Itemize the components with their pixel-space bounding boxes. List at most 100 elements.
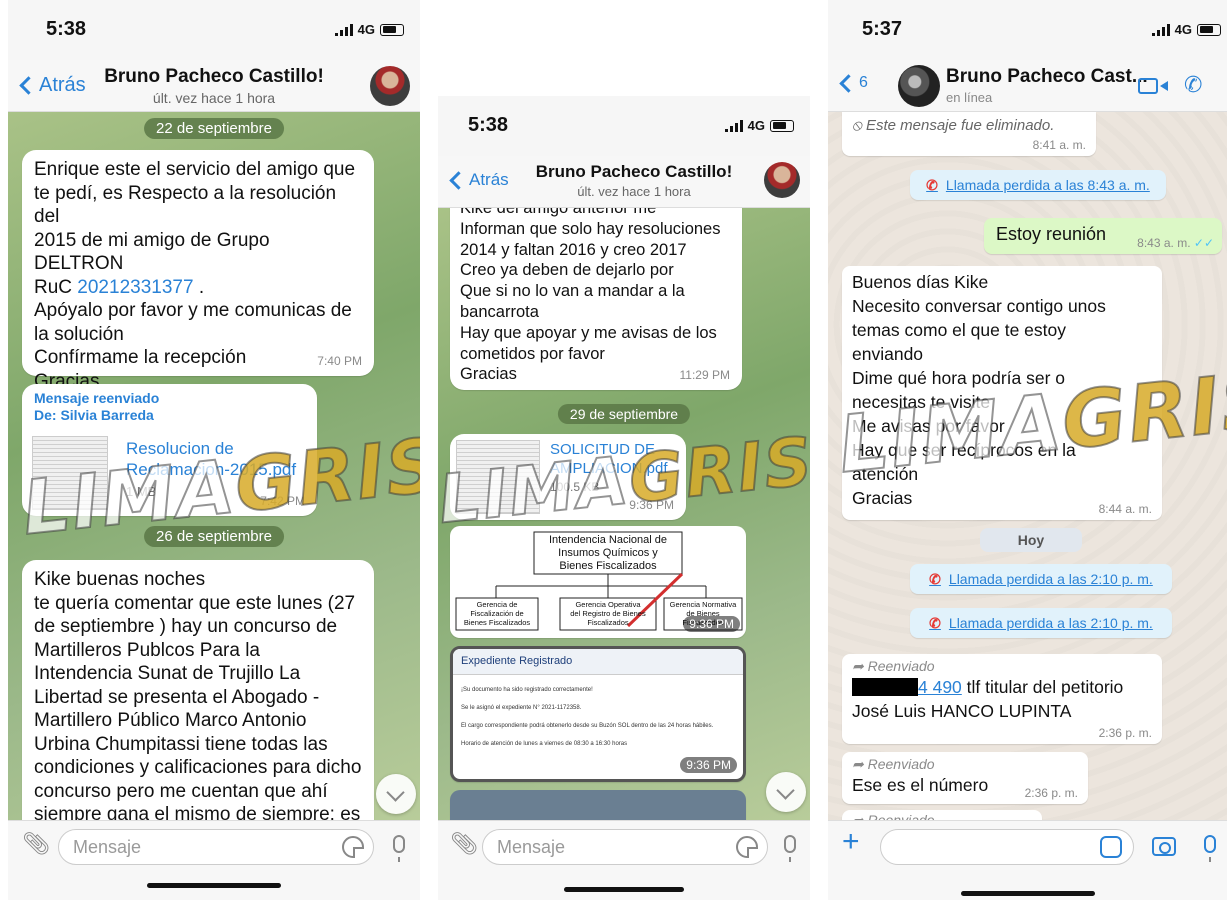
attach-icon[interactable]: 📎︎ (22, 831, 50, 857)
pdf-thumbnail[interactable] (456, 440, 540, 514)
message-bubble[interactable]: Kike buenas noches te quería comentar qu… (22, 560, 374, 820)
file-name[interactable]: Resolucion de Reclamacion-2015.pdf (126, 438, 296, 480)
date-separator: 29 de septiembre (557, 404, 691, 424)
avatar[interactable] (764, 162, 800, 198)
message-time: 8:44 a. m. (1098, 502, 1152, 516)
sticker-icon[interactable] (1100, 836, 1122, 858)
video-call-icon[interactable] (1138, 78, 1168, 94)
avatar[interactable] (370, 66, 410, 106)
chat-header: 6 Bruno Pacheco Cast... en línea ✆ (828, 60, 1227, 112)
message-time: 9:36 PM (683, 616, 740, 632)
missed-call-text: Llamada perdida a las 2:10 p. m. (948, 571, 1153, 587)
chat-header: Atrás Bruno Pacheco Castillo! últ. vez h… (8, 60, 420, 112)
status-bar: 5:37 4G (828, 0, 1227, 60)
scroll-down-button[interactable] (376, 774, 416, 814)
message-time: 2:36 p. m. (1098, 726, 1152, 740)
scroll-down-button[interactable] (766, 772, 806, 812)
unread-count: 6 (859, 74, 868, 91)
read-check-icon: ✓✓ (1193, 236, 1214, 250)
phone-link[interactable]: 4 490 (918, 677, 962, 697)
day-separator: Hoy (980, 528, 1082, 552)
message-bubble[interactable]: Buenos días Kike Necesito conversar cont… (842, 266, 1162, 520)
microphone-icon[interactable] (1204, 835, 1216, 862)
missed-call-notice[interactable]: ✆ Llamada perdida a las 2:10 p. m. (910, 608, 1172, 638)
message-bubble[interactable]: Enrique este el servicio del amigo que t… (22, 150, 374, 415)
forwarded-label: ➦ Reenviado (852, 812, 935, 820)
home-indicator (147, 883, 281, 888)
expediente-title: Expediente Registrado (461, 655, 573, 667)
signal-icon (334, 23, 353, 36)
forwarded-from: De: Silvia Barreda (34, 407, 154, 423)
input-bar: 📎︎ Mensaje (438, 820, 810, 900)
message-input[interactable]: Mensaje (58, 829, 374, 865)
org-mid-box: Gerencia Operativa del Registro de Biene… (570, 600, 646, 627)
forwarded-message[interactable]: ➦ Reenviado Ese es el número 2:36 p. m. (842, 752, 1088, 804)
file-size: 1 MB (126, 484, 157, 499)
message-time: 9:36 PM (680, 757, 737, 773)
message-text: Kike buenas noches te quería comentar qu… (34, 569, 362, 820)
ruc-link[interactable]: 20212331377 (77, 277, 193, 298)
status-bar: 5:38 4G (438, 96, 810, 156)
status-time: 5:38 (468, 114, 509, 136)
message-bubble[interactable]: Kike del amigo anterior me Informan que … (450, 208, 742, 390)
status-right: 4G (1151, 22, 1221, 37)
forwarded-label: Mensaje reenviado (34, 390, 160, 406)
deleted-message[interactable]: ⦸ Este mensaje fue eliminado. 8:41 a. m. (842, 112, 1096, 156)
missed-call-notice[interactable]: ✆ Llamada perdida a las 2:10 p. m. (910, 564, 1172, 594)
microphone-icon[interactable] (784, 835, 796, 862)
input-bar: + (828, 820, 1227, 900)
battery-icon (770, 119, 794, 132)
back-button[interactable]: 6 (838, 73, 868, 93)
file-name[interactable]: SOLICITUD DE AMPLIACION.pdf (550, 440, 668, 478)
message-text: Kike del amigo anterior me Informan que … (460, 208, 721, 384)
status-time: 5:38 (46, 18, 87, 40)
forwarded-message[interactable]: ➦ Reenviado (842, 810, 1042, 820)
outgoing-message[interactable]: Estoy reunión 8:43 a. m. ✓✓ (984, 218, 1222, 254)
pdf-thumbnail[interactable] (32, 436, 108, 510)
sticker-icon[interactable] (736, 836, 758, 858)
camera-icon[interactable] (1152, 837, 1176, 856)
message-time: 7:40 PM (317, 354, 362, 368)
signal-icon (1151, 23, 1170, 36)
deleted-text: ⦸ Este mensaje fue eliminado. (852, 117, 1055, 134)
contact-name[interactable]: Bruno Pacheco Castillo! (8, 66, 420, 88)
contact-name[interactable]: Bruno Pacheco Castillo! (438, 162, 810, 182)
network-label: 4G (1174, 22, 1192, 37)
missed-call-icon: ✆ (926, 176, 938, 193)
file-bubble[interactable]: SOLICITUD DE AMPLIACION.pdf 100.5 KB 9:3… (450, 434, 686, 520)
attach-icon[interactable]: 📎︎ (450, 831, 478, 857)
sticker-icon[interactable] (342, 836, 364, 858)
image-bubble-orgchart[interactable]: Intendencia Nacional de Insumos Químicos… (450, 526, 746, 638)
last-seen: últ. vez hace 1 hora (577, 184, 691, 199)
expediente-line: Se le asignó el expediente N° 2021-11723… (461, 705, 582, 711)
status-time: 5:37 (862, 18, 903, 40)
microphone-icon[interactable] (393, 835, 405, 862)
status-right: 4G (724, 118, 794, 133)
chat-area[interactable]: Kike del amigo anterior me Informan que … (438, 208, 810, 820)
contact-name[interactable]: Bruno Pacheco Cast... (946, 66, 1148, 88)
message-time: 7:42 PM (260, 494, 305, 508)
avatar[interactable] (898, 65, 940, 107)
chat-header: Atrás Bruno Pacheco Castillo! últ. vez h… (438, 156, 810, 208)
image-bubble-expediente[interactable]: Expediente Registrado ¡Su documento ha s… (450, 646, 746, 782)
message-time: 9:36 PM (629, 498, 674, 512)
message-text: 4 490 tlf titular del petitorio José Lui… (852, 677, 1124, 721)
expediente-line: ¡Su documento ha sido registrado correct… (461, 687, 593, 693)
forwarded-message[interactable]: ➦ Reenviado 4 490 tlf titular del petito… (842, 654, 1162, 744)
message-time: 8:41 a. m. (1032, 138, 1086, 152)
image-bubble-partial[interactable] (450, 790, 746, 820)
missed-call-notice[interactable]: ✆ Llamada perdida a las 8:43 a. m. (910, 170, 1166, 200)
last-seen: últ. vez hace 1 hora (152, 90, 276, 106)
chat-area[interactable]: ⦸ Este mensaje fue eliminado. 8:41 a. m.… (828, 112, 1227, 820)
message-input[interactable]: Mensaje (482, 829, 768, 865)
chat-area[interactable]: 22 de septiembre Enrique este el servici… (8, 112, 420, 820)
org-top-box: Intendencia Nacional de Insumos Químicos… (548, 534, 668, 572)
forwarded-file-bubble[interactable]: Mensaje reenviado De: Silvia Barreda Res… (22, 384, 317, 516)
phone-telegram-2: 5:38 4G Atrás Bruno Pacheco Castillo! úl… (438, 96, 810, 900)
message-input[interactable] (880, 829, 1134, 865)
signal-icon (724, 119, 743, 132)
plus-icon[interactable]: + (842, 825, 860, 859)
input-bar: 📎︎ Mensaje (8, 820, 420, 900)
phone-call-icon[interactable]: ✆ (1184, 72, 1202, 98)
missed-call-text: Llamada perdida a las 8:43 a. m. (945, 177, 1150, 193)
